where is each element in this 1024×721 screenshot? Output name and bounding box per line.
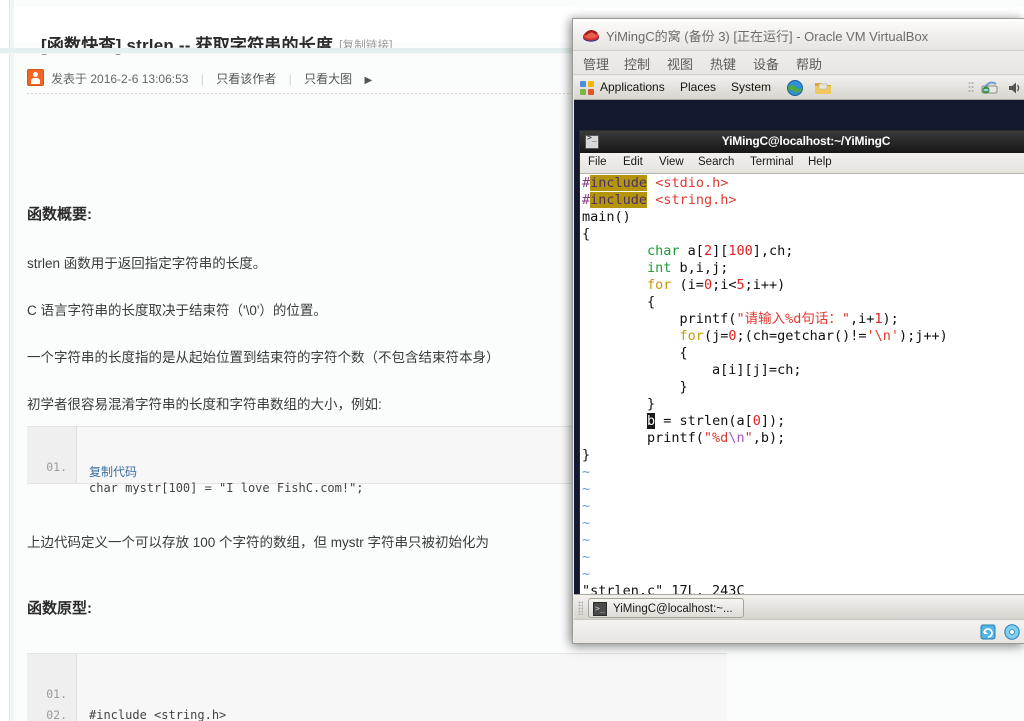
volume-icon[interactable] — [1007, 79, 1023, 102]
vim-line: printf("%d\n",b); — [582, 430, 786, 446]
terminal-window[interactable]: YiMingC@localhost:~/YiMingC File Edit Vi… — [579, 130, 1024, 600]
post-timestamp: 2016-2-6 13:06:53 — [90, 72, 189, 86]
heading-prototype: 函数原型: — [27, 600, 92, 617]
code-line: 03. — [27, 705, 727, 721]
line-text: char mystr[100] = "I love FishC.com!"; — [89, 481, 364, 495]
meta-separator-1: | — [200, 72, 204, 86]
paragraph-3: 一个字符串的长度指的是从起始位置到结束符的字符个数（不包含结束符本身） — [27, 350, 500, 365]
vim-filler-line: ~ — [582, 566, 591, 582]
heading-overview: 函数概要: — [27, 206, 92, 223]
vim-line: { — [582, 294, 656, 310]
guest-screen[interactable]: Applications Places System >_ YiMingC@lo… — [574, 76, 1024, 620]
web-browser-icon[interactable] — [786, 79, 804, 102]
optical-disk-icon[interactable] — [1004, 624, 1020, 640]
terminal-menu-edit[interactable]: Edit — [623, 156, 643, 168]
code-line: 02. ... — [27, 684, 727, 721]
terminal-menu-file[interactable]: File — [588, 156, 607, 168]
vim-line: char a[2][100],ch; — [647, 243, 794, 259]
code-block-2: 01. #include <string.h> 02. ... 03. — [27, 653, 727, 721]
only-large-images-link[interactable]: 只看大图 — [304, 72, 352, 86]
virtualbox-titlebar[interactable]: YiMingC的窝 (备份 3) [正在运行] - Oracle VM Virt… — [573, 19, 1024, 51]
vim-line: } — [582, 447, 591, 463]
vbox-menu-view[interactable]: 视图 — [667, 54, 693, 73]
vbox-menu-hotkeys[interactable]: 热键 — [710, 54, 736, 73]
terminal-title-text: YiMingC@localhost:~/YiMingC — [721, 134, 891, 148]
vim-line: main() — [582, 209, 631, 225]
vbox-menu-help[interactable]: 帮助 — [796, 54, 822, 73]
chevron-right-icon[interactable]: ▶ — [364, 75, 372, 86]
virtualbox-icon — [582, 26, 600, 44]
panel-menu-applications[interactable]: Applications — [600, 80, 665, 94]
terminal-menu-search[interactable]: Search — [698, 156, 734, 168]
vim-line: printf("请输入%d句话：",i+1); — [582, 311, 899, 327]
only-author-link[interactable]: 只看该作者 — [216, 72, 276, 86]
terminal-menubar[interactable]: File Edit View Search Terminal Help — [580, 153, 1024, 174]
network-icon[interactable] — [980, 79, 1000, 102]
vim-filler-line: ~ — [582, 515, 591, 531]
vim-filler-line: ~ — [582, 532, 591, 548]
virtualbox-title-text: YiMingC的窝 (备份 3) [正在运行] - Oracle VM Virt… — [606, 29, 929, 44]
terminal-menu-view[interactable]: View — [659, 156, 684, 168]
vim-line: for (i=0;i<5;i++) — [647, 277, 786, 293]
vim-line: { — [582, 345, 688, 361]
posted-prefix: 发表于 — [51, 72, 88, 86]
vbox-menu-control[interactable]: 控制 — [624, 54, 650, 73]
panel-menu-system[interactable]: System — [731, 80, 771, 94]
vim-line: #include <string.h> — [582, 192, 737, 208]
vim-line: for(j=0;(ch=getchar()!='\n');j++) — [679, 328, 948, 344]
vim-line: } — [582, 379, 688, 395]
guest-taskbar[interactable]: YiMingC@localhost:~... — [574, 594, 1024, 620]
vbox-menu-devices[interactable]: 设备 — [753, 54, 779, 73]
taskbar-grip — [578, 601, 583, 615]
gnome-foot-icon[interactable] — [579, 80, 595, 96]
vim-line: #include <stdio.h> — [582, 175, 729, 191]
hard-disk-icon[interactable] — [980, 624, 996, 640]
page-left-border — [0, 0, 10, 721]
gnome-top-panel[interactable]: Applications Places System — [574, 76, 1024, 100]
page-left-accent — [10, 0, 14, 721]
vim-line: { — [582, 226, 591, 242]
avatar — [27, 69, 44, 86]
post-meta: 发表于 2016-2-6 13:06:53 | 只看该作者 | 只看大图 ▶ — [27, 69, 372, 87]
vim-line: b = strlen(a[0]); — [647, 413, 786, 429]
taskbar-item-terminal[interactable]: YiMingC@localhost:~... — [588, 598, 744, 619]
paragraph-2: C 语言字符串的长度取决于结束符（'\0'）的位置。 — [27, 303, 327, 318]
code-line: 01. #include <string.h> — [27, 663, 727, 721]
vim-editor-buffer[interactable]: #include <stdio.h> #include <string.h> m… — [582, 175, 1024, 599]
vim-filler-line: ~ — [582, 498, 591, 514]
virtualbox-menubar[interactable]: 管理 控制 视图 热键 设备 帮助 — [573, 51, 1024, 75]
line-number: 01. — [46, 460, 67, 474]
vim-cursor: b — [647, 413, 656, 429]
panel-menu-places[interactable]: Places — [680, 80, 716, 94]
vim-line: int b,i,j; — [647, 260, 729, 276]
paragraph-1: strlen 函数用于返回指定字符串的长度。 — [27, 256, 267, 271]
terminal-icon — [593, 599, 607, 619]
copy-code-button[interactable]: 复制代码 — [89, 463, 137, 480]
vim-filler-line: ~ — [582, 464, 591, 480]
paragraph-4: 初学者很容易混淆字符串的长度和字符串数组的大小，例如: — [27, 397, 382, 412]
meta-separator-2: | — [288, 72, 292, 86]
screen-root: [函数快查] strlen -- 获取字符串的长度 [复制链接] 发表于 2016… — [0, 0, 1024, 721]
taskbar-item-label: YiMingC@localhost:~... — [613, 603, 733, 615]
terminal-menu-help[interactable]: Help — [808, 156, 832, 168]
virtualbox-statusbar — [574, 619, 1024, 643]
vbox-menu-manage[interactable]: 管理 — [583, 54, 609, 73]
vim-filler-line: ~ — [582, 549, 591, 565]
file-manager-icon[interactable] — [814, 79, 832, 102]
vim-line: } — [582, 396, 656, 412]
vim-line: a[i][j]=ch; — [582, 362, 802, 378]
panel-grip — [968, 81, 974, 100]
terminal-menu-terminal[interactable]: Terminal — [750, 156, 793, 168]
paragraph-5: 上边代码定义一个可以存放 100 个字符的数组，但 mystr 字符串只被初始化… — [27, 535, 490, 550]
vim-filler-line: ~ — [582, 481, 591, 497]
virtualbox-window[interactable]: YiMingC的窝 (备份 3) [正在运行] - Oracle VM Virt… — [572, 18, 1024, 644]
terminal-titlebar[interactable]: YiMingC@localhost:~/YiMingC — [580, 131, 1024, 153]
